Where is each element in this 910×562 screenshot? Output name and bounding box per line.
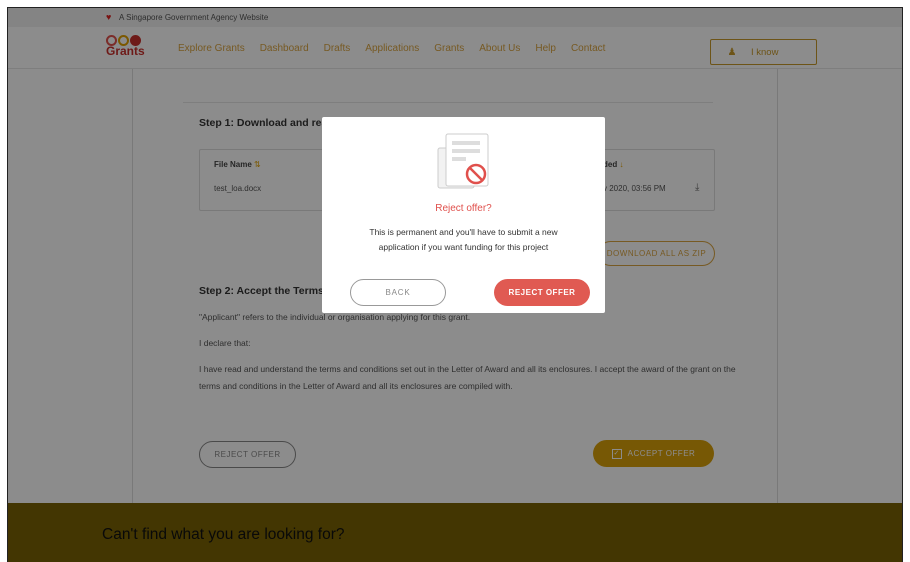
browser-frame: ♥ A Singapore Government Agency Website … — [7, 7, 903, 562]
document-reject-icon — [437, 133, 489, 189]
back-button[interactable]: BACK — [350, 279, 446, 306]
reject-offer-dialog: Reject offer? This is permanent and you'… — [322, 117, 605, 313]
dialog-title: Reject offer? — [435, 203, 492, 214]
dialog-message: This is permanent and you'll have to sub… — [369, 227, 558, 252]
confirm-reject-button[interactable]: REJECT OFFER — [494, 279, 590, 306]
